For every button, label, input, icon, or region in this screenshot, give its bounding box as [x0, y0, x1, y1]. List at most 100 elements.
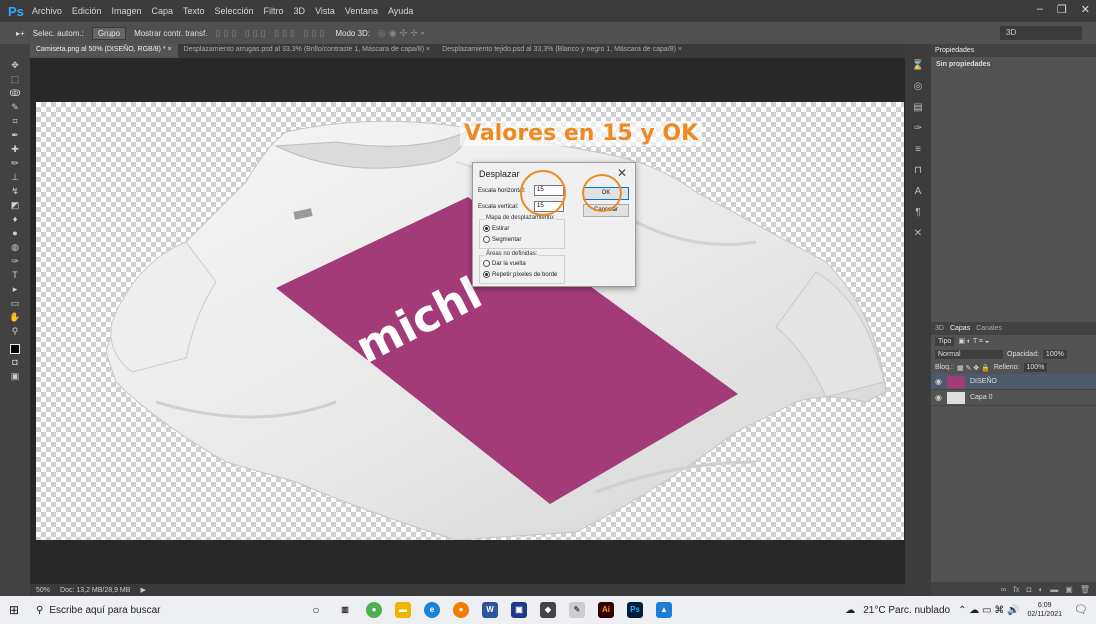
- windows-start-icon[interactable]: ⊞: [0, 596, 28, 624]
- menu-ventana[interactable]: Ventana: [345, 6, 378, 16]
- paths-icon[interactable]: ⊓: [914, 165, 922, 176]
- marquee-icon[interactable]: ⬚: [7, 74, 23, 85]
- trash-icon[interactable]: 🗑: [1080, 585, 1090, 594]
- menu-capa[interactable]: Capa: [151, 6, 173, 16]
- blend-mode-select[interactable]: Normal: [935, 350, 1003, 359]
- wrap-around-radio[interactable]: Dar la vuelta: [483, 260, 526, 267]
- 3d-icon[interactable]: ◎: [914, 81, 923, 92]
- filter-icons[interactable]: ▣ ◐ T ⌗ ◒: [958, 337, 989, 346]
- eyedropper-icon[interactable]: ✒: [7, 130, 23, 141]
- show-transform-checkbox[interactable]: Mostrar contr. transf.: [134, 29, 207, 38]
- new-layer-icon[interactable]: ▣: [1065, 585, 1073, 594]
- type-icon[interactable]: T: [7, 270, 23, 281]
- eraser-icon[interactable]: ◩: [7, 200, 23, 211]
- bucket-icon[interactable]: ♦: [7, 214, 23, 225]
- move-icon[interactable]: ✥: [7, 60, 23, 71]
- history-icon[interactable]: ⌛: [912, 60, 924, 71]
- foreground-color-swatch[interactable]: [10, 344, 20, 354]
- tab-3d[interactable]: 3D: [935, 325, 944, 332]
- link-icon[interactable]: ∞: [1001, 585, 1007, 594]
- zoom-level[interactable]: 50%: [36, 587, 50, 594]
- healing-icon[interactable]: ✚: [7, 144, 23, 155]
- fx-icon[interactable]: fx: [1013, 585, 1019, 594]
- document-canvas[interactable]: michl: [36, 102, 904, 540]
- dialog-close-icon[interactable]: ✕: [617, 166, 627, 180]
- layer-item-capa0[interactable]: ◉ Capa 0: [931, 390, 1096, 406]
- brush-panel-icon[interactable]: ✑: [914, 123, 922, 134]
- blur-icon[interactable]: ●: [7, 228, 23, 239]
- tab-camiseta[interactable]: Camiseta.png al 50% (DISEÑO, RGB/8) * ×: [30, 44, 178, 58]
- layer-item-diseno[interactable]: ◉ DISEÑO: [931, 374, 1096, 390]
- opacity-input[interactable]: 100%: [1042, 350, 1067, 359]
- hand-icon[interactable]: ✋: [7, 312, 23, 323]
- paragraph-icon[interactable]: ¶: [915, 207, 920, 218]
- folder-icon[interactable]: ▬: [1050, 585, 1058, 594]
- screen-mode-icon[interactable]: ▣: [7, 371, 23, 382]
- minimize-button[interactable]: –: [1037, 3, 1043, 16]
- quick-mask-icon[interactable]: ◘: [7, 357, 23, 368]
- menu-vista[interactable]: Vista: [315, 6, 335, 16]
- taskbar-search[interactable]: ⚲ Escribe aquí para buscar: [28, 597, 290, 623]
- stretch-radio[interactable]: Estirar: [483, 225, 509, 232]
- word-icon[interactable]: W: [482, 602, 498, 618]
- tray-icons[interactable]: ⌃ ☁ ▭ ⌘ 🔊: [958, 605, 1019, 616]
- clock[interactable]: 6:09 02/11/2021: [1027, 601, 1062, 619]
- menu-texto[interactable]: Texto: [183, 6, 205, 16]
- brush-icon[interactable]: ✏: [7, 158, 23, 169]
- workspace-select[interactable]: 3D: [1000, 26, 1082, 40]
- weather-icon[interactable]: ☁: [845, 605, 855, 616]
- photoshop-icon[interactable]: Ps: [627, 602, 643, 618]
- eye-icon[interactable]: ◉: [935, 393, 942, 402]
- chrome-icon[interactable]: ●: [366, 602, 382, 618]
- maximize-button[interactable]: ❐: [1057, 3, 1067, 16]
- pen-icon[interactable]: ✑: [7, 256, 23, 267]
- tab-channels[interactable]: Canales: [976, 325, 1002, 332]
- move-tool-icon[interactable]: ▸+: [16, 29, 25, 38]
- task-view-icon[interactable]: ▥: [337, 602, 353, 618]
- status-arrow-icon[interactable]: ▶: [140, 586, 145, 594]
- cortana-icon[interactable]: ○: [308, 602, 324, 618]
- filter-kind-select[interactable]: Tipo: [935, 337, 955, 346]
- photos-icon[interactable]: ▲: [656, 602, 672, 618]
- dodge-icon[interactable]: ◍: [7, 242, 23, 253]
- align-icons[interactable]: ▯▯▯ ▯▯▯ ▯▯▯ ▯▯▯: [215, 28, 327, 39]
- quick-select-icon[interactable]: ✎: [7, 102, 23, 113]
- edge-icon[interactable]: e: [424, 602, 440, 618]
- app-icon-blue[interactable]: ▣: [511, 602, 527, 618]
- mask-icon[interactable]: ◘: [1027, 585, 1032, 594]
- menu-imagen[interactable]: Imagen: [111, 6, 141, 16]
- history-brush-icon[interactable]: ↯: [7, 186, 23, 197]
- illustrator-icon[interactable]: Ai: [598, 602, 614, 618]
- app-icon-orange[interactable]: ●: [453, 602, 469, 618]
- tab-layers[interactable]: Capas: [950, 325, 970, 332]
- zoom-icon[interactable]: ⚲: [7, 326, 23, 337]
- tools-options-icon[interactable]: ✕: [914, 228, 922, 239]
- menu-filtro[interactable]: Filtro: [264, 6, 284, 16]
- menu-ayuda[interactable]: Ayuda: [388, 6, 413, 16]
- file-explorer-icon[interactable]: ▬: [395, 602, 411, 618]
- lock-icons[interactable]: ▦ ✎ ✥ 🔒: [957, 364, 990, 372]
- character-icon[interactable]: A: [915, 186, 922, 197]
- weather-text[interactable]: 21°C Parc. nublado: [863, 605, 950, 616]
- crop-icon[interactable]: ⌗: [7, 116, 23, 127]
- lasso-icon[interactable]: ↂ: [7, 88, 23, 99]
- menu-seleccion[interactable]: Selección: [215, 6, 254, 16]
- group-select[interactable]: Grupo: [91, 26, 127, 40]
- fill-input[interactable]: 100%: [1023, 363, 1048, 372]
- stamp-icon[interactable]: ⊥: [7, 172, 23, 183]
- close-button[interactable]: ✕: [1081, 3, 1090, 16]
- tab-properties[interactable]: Propiedades: [935, 47, 974, 54]
- tab-desplazamiento-arrugas[interactable]: Desplazamiento arrugas.psd al 33,3% (Bri…: [178, 44, 437, 58]
- 3d-mode-icons[interactable]: ◎◉✣✢▪: [378, 28, 427, 39]
- app-icon-dark[interactable]: ◆: [540, 602, 556, 618]
- menu-edicion[interactable]: Edición: [72, 6, 102, 16]
- menu-archivo[interactable]: Archivo: [32, 6, 62, 16]
- tile-radio[interactable]: Segmentar: [483, 236, 521, 243]
- tab-desplazamiento-tejido[interactable]: Desplazamiento tejido.psd al 33,3% (Blan…: [436, 44, 688, 58]
- notifications-icon[interactable]: 🗨: [1074, 603, 1088, 616]
- menu-3d[interactable]: 3D: [294, 6, 306, 16]
- shape-icon[interactable]: ▭: [7, 298, 23, 309]
- repeat-edge-radio[interactable]: Repetir píxeles de borde: [483, 271, 557, 278]
- adjustment-icon[interactable]: ◐: [1038, 585, 1043, 594]
- app-icon-tool[interactable]: ✎: [569, 602, 585, 618]
